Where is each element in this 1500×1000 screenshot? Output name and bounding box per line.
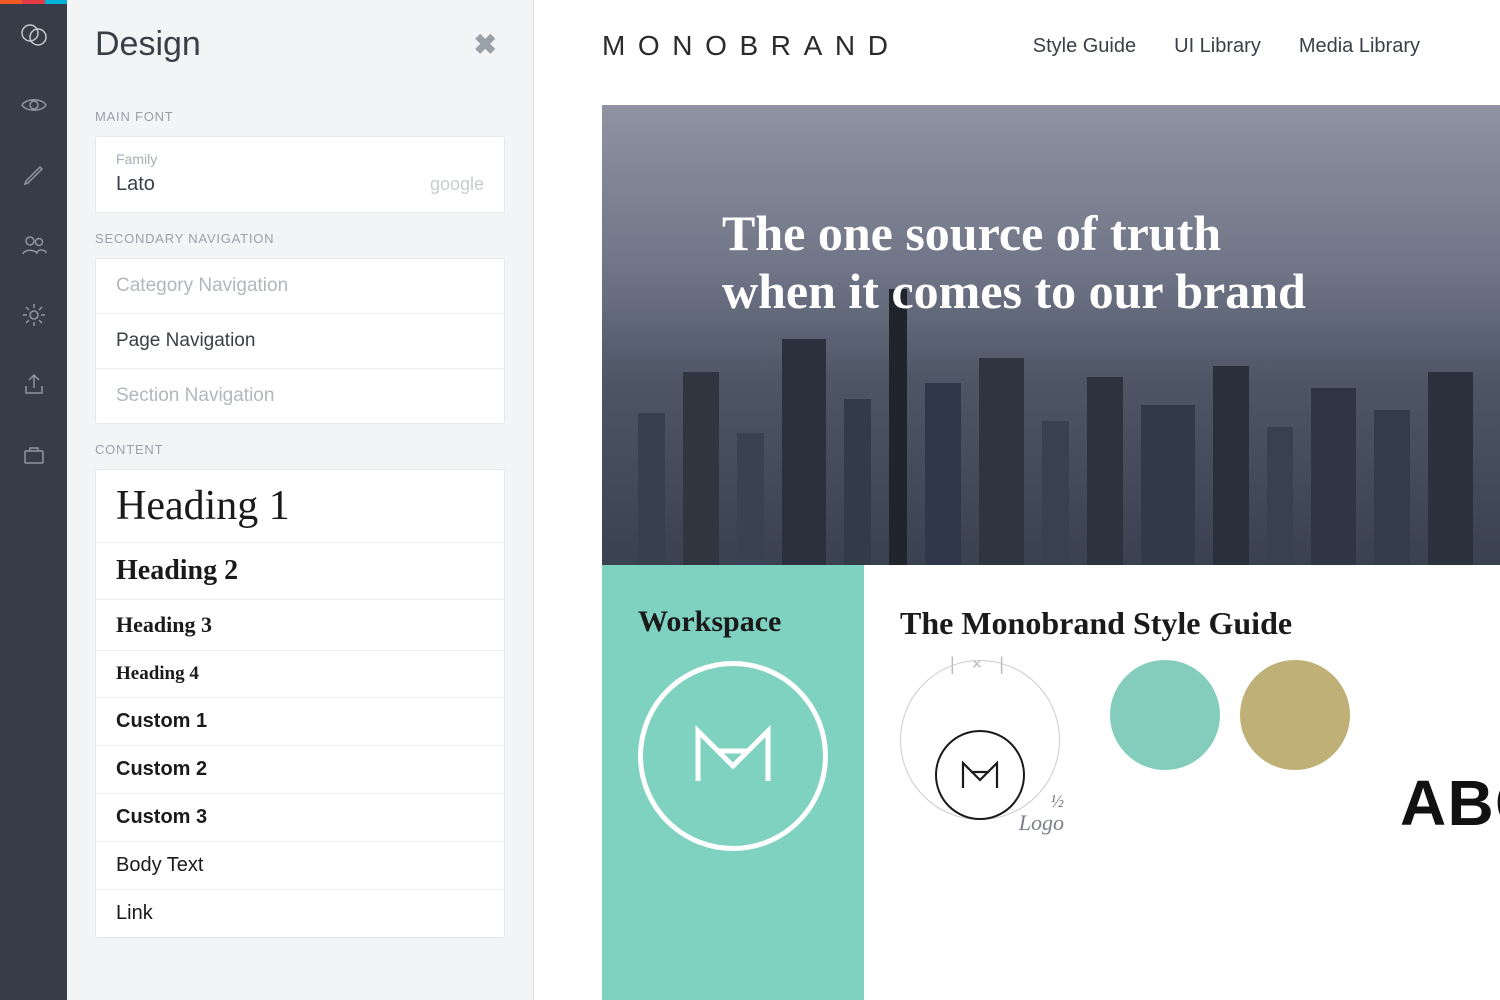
logo-diagram: | × | ½ Logo <box>900 660 1060 840</box>
font-field-label: Family <box>116 151 484 167</box>
share-icon[interactable] <box>0 350 67 420</box>
nav-media-library[interactable]: Media Library <box>1299 35 1420 58</box>
content-link[interactable]: Link <box>96 889 504 937</box>
logo-icon[interactable] <box>0 0 67 70</box>
section-label-content: CONTENT <box>95 442 505 457</box>
color-swatches <box>1110 660 1350 770</box>
app-rail <box>0 0 67 1000</box>
content-style-list: Heading 1 Heading 2 Heading 3 Heading 4 … <box>95 469 505 938</box>
swatch-olive <box>1240 660 1350 770</box>
content-custom-2[interactable]: Custom 2 <box>96 745 504 793</box>
workspace-logo-icon <box>638 661 828 851</box>
hero-section: The one source of truth when it comes to… <box>602 105 1500 565</box>
gear-icon[interactable] <box>0 280 67 350</box>
pencil-icon[interactable] <box>0 140 67 210</box>
rail-accent <box>0 0 67 4</box>
content-custom-1[interactable]: Custom 1 <box>96 697 504 745</box>
font-family-value: Lato <box>116 173 155 196</box>
nav-ui-library[interactable]: UI Library <box>1174 35 1261 58</box>
nav-item-page[interactable]: Page Navigation <box>96 313 504 368</box>
workspace-title: Workspace <box>638 605 828 639</box>
preview-canvas: MONOBRAND Style Guide UI Library Media L… <box>534 0 1500 1000</box>
tiles-row: Workspace The Monobrand Style Guide | × … <box>602 565 1500 1000</box>
font-source: google <box>430 174 484 195</box>
briefcase-icon[interactable] <box>0 420 67 490</box>
eye-icon[interactable] <box>0 70 67 140</box>
site-header: MONOBRAND Style Guide UI Library Media L… <box>534 0 1500 92</box>
tile-workspace[interactable]: Workspace <box>602 565 864 1000</box>
hero-title: The one source of truth when it comes to… <box>602 105 1322 320</box>
users-icon[interactable] <box>0 210 67 280</box>
tile-style-guide[interactable]: The Monobrand Style Guide | × | ½ Logo <box>864 565 1500 1000</box>
content-custom-3[interactable]: Custom 3 <box>96 793 504 841</box>
close-icon[interactable]: ✖ <box>466 24 505 65</box>
nav-item-category[interactable]: Category Navigation <box>96 259 504 313</box>
content-heading-1[interactable]: Heading 1 <box>96 470 504 542</box>
section-label-secondary-nav: SECONDARY NAVIGATION <box>95 231 505 246</box>
main-font-card[interactable]: Family Lato google <box>95 136 505 213</box>
site-nav: Style Guide UI Library Media Library <box>1033 35 1420 58</box>
logo-fraction: ½ <box>1051 791 1065 812</box>
panel-title: Design <box>95 25 201 64</box>
section-label-main-font: MAIN FONT <box>95 109 505 124</box>
type-sample: ABC 12 <box>1400 766 1500 840</box>
secondary-nav-list: Category Navigation Page Navigation Sect… <box>95 258 505 424</box>
content-body-text[interactable]: Body Text <box>96 841 504 889</box>
style-guide-title: The Monobrand Style Guide <box>900 605 1500 642</box>
content-heading-3[interactable]: Heading 3 <box>96 599 504 650</box>
nav-style-guide[interactable]: Style Guide <box>1033 35 1136 58</box>
nav-item-section[interactable]: Section Navigation <box>96 368 504 423</box>
brand-logo[interactable]: MONOBRAND <box>602 30 901 62</box>
logo-label: Logo <box>1019 810 1064 836</box>
content-heading-2[interactable]: Heading 2 <box>96 542 504 599</box>
swatch-mint <box>1110 660 1220 770</box>
design-panel: Design ✖ MAIN FONT Family Lato google SE… <box>67 0 534 1000</box>
content-heading-4[interactable]: Heading 4 <box>96 650 504 697</box>
